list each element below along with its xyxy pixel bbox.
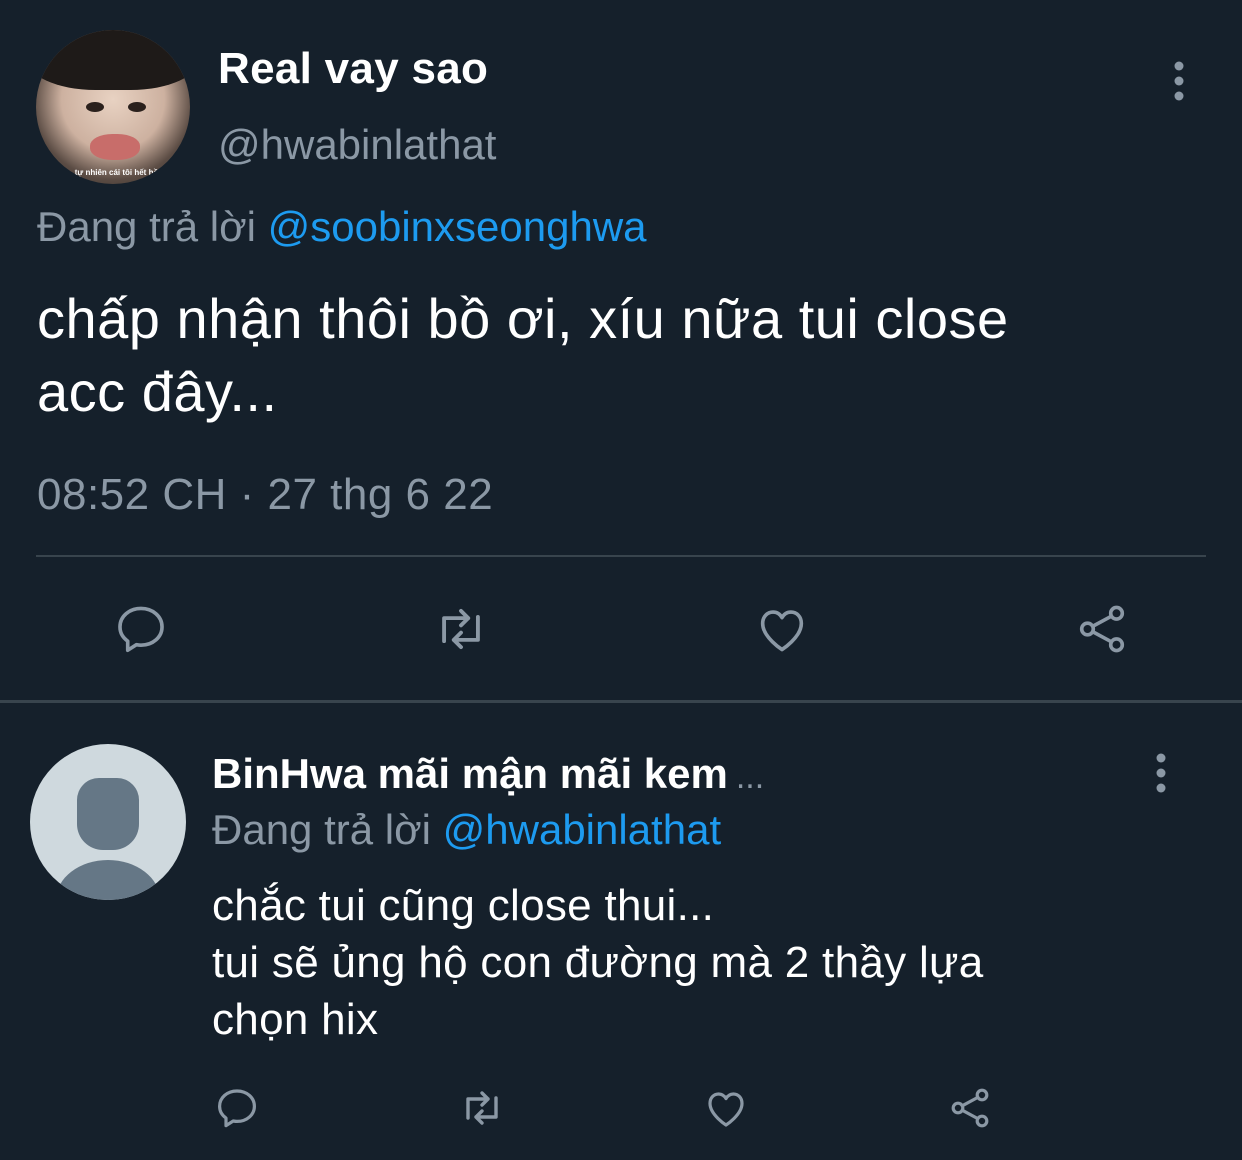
avatar-head	[77, 778, 139, 850]
mention-link[interactable]: @soobinxseonghwa	[268, 203, 647, 250]
user-handle[interactable]: @hwabinlathat	[218, 121, 496, 169]
avatar-eye-left	[86, 102, 104, 112]
like-icon	[708, 1092, 744, 1127]
tweet-text-line: tui sẽ ủng hộ con đường mà 2 thầy lựa	[212, 938, 984, 987]
avatar-hair	[36, 30, 190, 90]
replying-to-prefix: Đang trả lời	[212, 806, 431, 853]
share-button[interactable]	[944, 1084, 996, 1132]
retweet-button[interactable]	[426, 598, 496, 660]
reply-icon	[118, 606, 164, 653]
reply-button[interactable]	[108, 598, 174, 660]
tweet-text-line: chọn hix	[212, 995, 379, 1044]
tweet-text: chắc tui cũng close thui... tui sẽ ủng h…	[212, 877, 1192, 1048]
replying-to: Đang trả lời @soobinxseonghwa	[37, 203, 647, 251]
replying-to-prefix: Đang trả lời	[37, 203, 256, 250]
tweet-text-line: chắc tui cũng close thui...	[212, 881, 715, 930]
tweet-text: chấp nhận thôi bồ ơi, xíu nữa tui close …	[37, 282, 1187, 428]
avatar-caption: tự nhiên cái tôi hết hồn	[74, 168, 164, 177]
mention-link[interactable]: @hwabinlathat	[443, 806, 721, 853]
share-icon	[951, 1088, 989, 1128]
thread-divider	[0, 700, 1242, 703]
display-name[interactable]: Real vay sao	[218, 44, 488, 94]
more-options-icon[interactable]	[1146, 750, 1176, 796]
name-overflow: ...	[735, 758, 765, 796]
like-button[interactable]	[750, 598, 814, 660]
main-tweet[interactable]: tự nhiên cái tôi hết hồn Real vay sao @h…	[0, 0, 1242, 700]
divider	[36, 555, 1206, 557]
more-options-icon[interactable]	[1164, 58, 1194, 104]
retweet-icon	[466, 1091, 498, 1125]
like-button[interactable]	[700, 1084, 752, 1132]
tweet-timestamp[interactable]: 08:52 CH · 27 thg 6 22	[37, 470, 493, 520]
avatar-body	[56, 860, 160, 900]
reply-button[interactable]	[212, 1084, 262, 1132]
avatar[interactable]: tự nhiên cái tôi hết hồn	[36, 30, 190, 184]
tweet-thread: tự nhiên cái tôi hết hồn Real vay sao @h…	[0, 0, 1242, 1160]
like-icon	[760, 610, 804, 652]
default-avatar-icon[interactable]	[30, 744, 186, 900]
reply-icon	[218, 1089, 256, 1128]
tweet-text-line: acc đây...	[37, 360, 278, 423]
avatar-mouth	[90, 134, 140, 160]
retweet-icon	[442, 608, 480, 650]
display-name[interactable]: BinHwa mãi mận mãi kem...	[212, 750, 764, 798]
avatar-eye-right	[128, 102, 146, 112]
retweet-button[interactable]	[454, 1084, 510, 1132]
display-name-text: BinHwa mãi mận mãi kem	[212, 750, 728, 797]
share-button[interactable]	[1070, 598, 1134, 660]
share-icon	[1079, 605, 1125, 653]
replying-to: Đang trả lời @hwabinlathat	[212, 806, 721, 854]
tweet-text-line: chấp nhận thôi bồ ơi, xíu nữa tui close	[37, 287, 1009, 350]
